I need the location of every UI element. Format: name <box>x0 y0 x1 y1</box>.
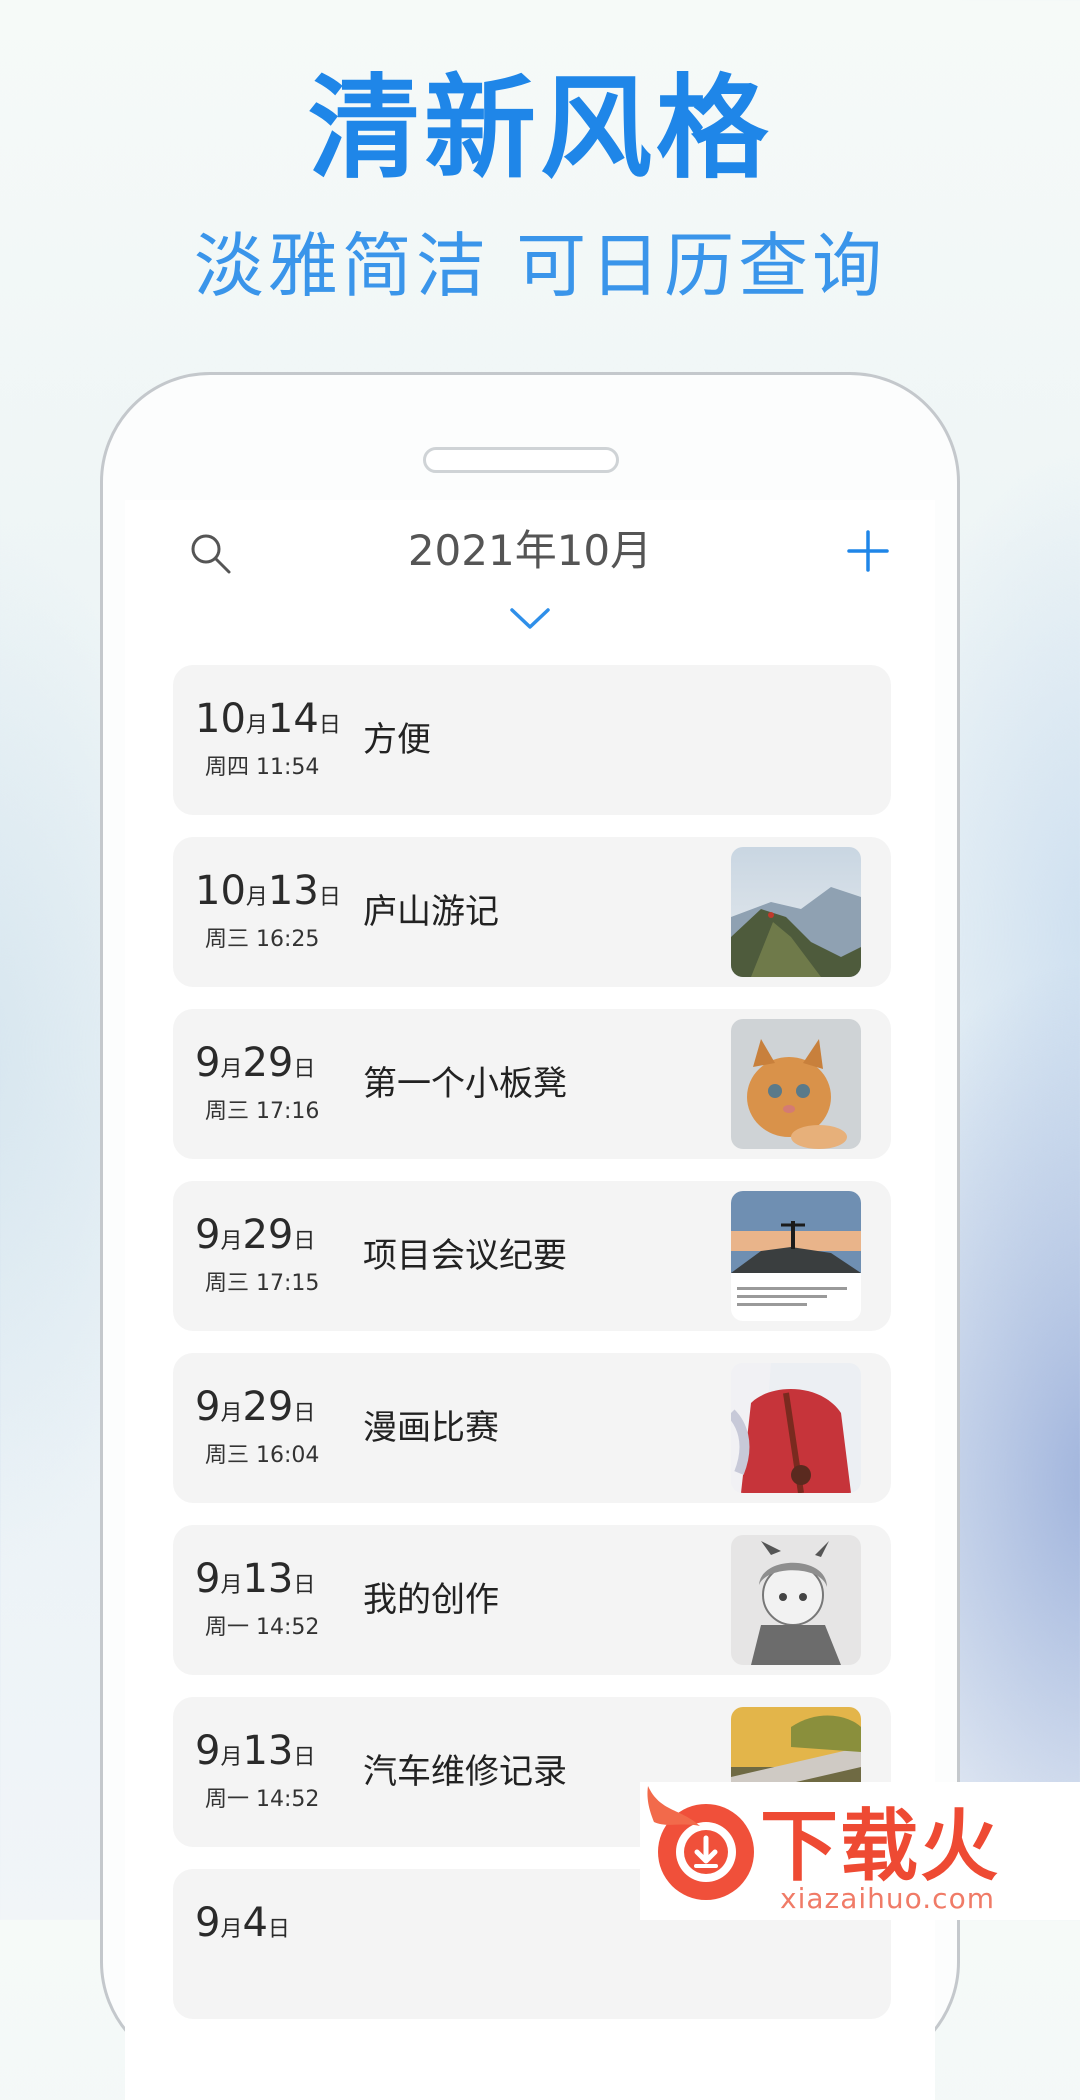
month-title[interactable]: 2021年10月 <box>125 526 935 576</box>
note-card[interactable]: 9月29日周三 17:16 第一个小板凳 <box>173 1009 891 1159</box>
note-title: 漫画比赛 <box>363 1408 499 1448</box>
note-title: 我的创作 <box>363 1580 499 1620</box>
plus-icon <box>847 530 889 572</box>
note-card[interactable]: 10月14日周四 11:54 方便 <box>173 665 891 815</box>
note-card[interactable]: 9月29日周三 16:04 漫画比赛 <box>173 1353 891 1503</box>
note-date-day: 13 <box>267 868 319 914</box>
note-thumbnail <box>731 1363 861 1493</box>
note-date-day: 4 <box>242 1900 268 1946</box>
note-date-day: 29 <box>242 1212 294 1258</box>
note-card[interactable]: 9月29日周三 17:15 项目会议纪要 <box>173 1181 891 1331</box>
phone-speaker <box>423 447 619 473</box>
chevron-down-icon[interactable] <box>509 606 551 632</box>
note-thumbnail <box>731 1019 861 1149</box>
note-date-month: 9 <box>195 1040 221 1086</box>
note-title: 方便 <box>363 720 431 760</box>
note-date-day-unit: 日 <box>293 1229 316 1254</box>
note-thumbnail <box>731 847 861 977</box>
note-weekday-time: 周三 17:16 <box>205 1099 320 1124</box>
note-date-month-unit: 月 <box>220 1917 243 1942</box>
note-date-day-unit: 日 <box>293 1573 316 1598</box>
note-date-day: 29 <box>242 1040 294 1086</box>
note-weekday-time: 周四 11:54 <box>205 755 320 780</box>
note-card[interactable]: 10月13日周三 16:25 庐山游记 <box>173 837 891 987</box>
note-date: 9月4日 <box>195 1903 345 1953</box>
note-date-month: 9 <box>195 1212 221 1258</box>
note-title: 项目会议纪要 <box>363 1236 567 1276</box>
watermark-logo: 下载火 xiazaihuo.com <box>640 1782 1080 1920</box>
note-date-main: 9月29日 <box>195 1215 345 1255</box>
note-date: 9月29日周三 17:16 <box>195 1043 345 1125</box>
note-date-day-unit: 日 <box>318 713 341 738</box>
note-thumbnail <box>731 1191 861 1321</box>
note-date-day: 29 <box>242 1384 294 1430</box>
note-date: 9月13日周一 14:52 <box>195 1731 345 1813</box>
note-date-main: 10月14日 <box>195 699 345 739</box>
note-date-month: 9 <box>195 1900 221 1946</box>
note-date-main: 9月13日 <box>195 1731 345 1771</box>
note-title: 庐山游记 <box>363 892 499 932</box>
note-date-month: 9 <box>195 1556 221 1602</box>
note-date-day: 13 <box>242 1556 294 1602</box>
note-date-main: 9月29日 <box>195 1387 345 1427</box>
promo-subline: 淡雅简洁 可日历查询 <box>193 225 887 307</box>
note-date-day-unit: 日 <box>318 885 341 910</box>
note-date-month-unit: 月 <box>220 1057 243 1082</box>
note-date-month: 9 <box>195 1728 221 1774</box>
note-thumbnail <box>731 1535 861 1665</box>
note-date-month: 10 <box>195 696 246 742</box>
note-date-main: 9月4日 <box>195 1903 345 1943</box>
note-weekday-time: 周三 16:04 <box>205 1443 320 1468</box>
note-date-day-unit: 日 <box>293 1401 316 1426</box>
note-date-month: 10 <box>195 868 246 914</box>
note-weekday-time: 周三 17:15 <box>205 1271 320 1296</box>
promo-headline: 清新风格 <box>308 64 772 194</box>
note-date: 9月29日周三 16:04 <box>195 1387 345 1469</box>
flame-icon <box>647 1786 700 1826</box>
note-date-day-unit: 日 <box>267 1917 290 1942</box>
note-date-day: 13 <box>242 1728 294 1774</box>
note-date-day-unit: 日 <box>293 1057 316 1082</box>
add-note-button[interactable] <box>845 528 891 574</box>
note-weekday-time: 周一 14:52 <box>205 1615 320 1640</box>
note-date-month-unit: 月 <box>245 713 268 738</box>
note-title: 第一个小板凳 <box>363 1064 567 1104</box>
note-weekday-time: 周一 14:52 <box>205 1787 320 1812</box>
note-date-month: 9 <box>195 1384 221 1430</box>
note-date-month-unit: 月 <box>220 1401 243 1426</box>
note-date-main: 9月29日 <box>195 1043 345 1083</box>
note-date-day: 14 <box>267 696 319 742</box>
note-date-month-unit: 月 <box>220 1573 243 1598</box>
note-date: 9月29日周三 17:15 <box>195 1215 345 1297</box>
note-date: 9月13日周一 14:52 <box>195 1559 345 1641</box>
note-date: 10月13日周三 16:25 <box>195 871 345 953</box>
note-date-day-unit: 日 <box>293 1745 316 1770</box>
note-title: 汽车维修记录 <box>363 1752 567 1792</box>
note-date-month-unit: 月 <box>220 1229 243 1254</box>
watermark-text: 下载火 <box>760 1802 1001 1892</box>
note-weekday-time: 周三 16:25 <box>205 927 320 952</box>
note-date-month-unit: 月 <box>245 885 268 910</box>
watermark-url: xiazaihuo.com <box>780 1882 995 1915</box>
note-card[interactable]: 9月13日周一 14:52 我的创作 <box>173 1525 891 1675</box>
note-date-main: 10月13日 <box>195 871 345 911</box>
note-date: 10月14日周四 11:54 <box>195 699 345 781</box>
note-date-month-unit: 月 <box>220 1745 243 1770</box>
note-date-main: 9月13日 <box>195 1559 345 1599</box>
